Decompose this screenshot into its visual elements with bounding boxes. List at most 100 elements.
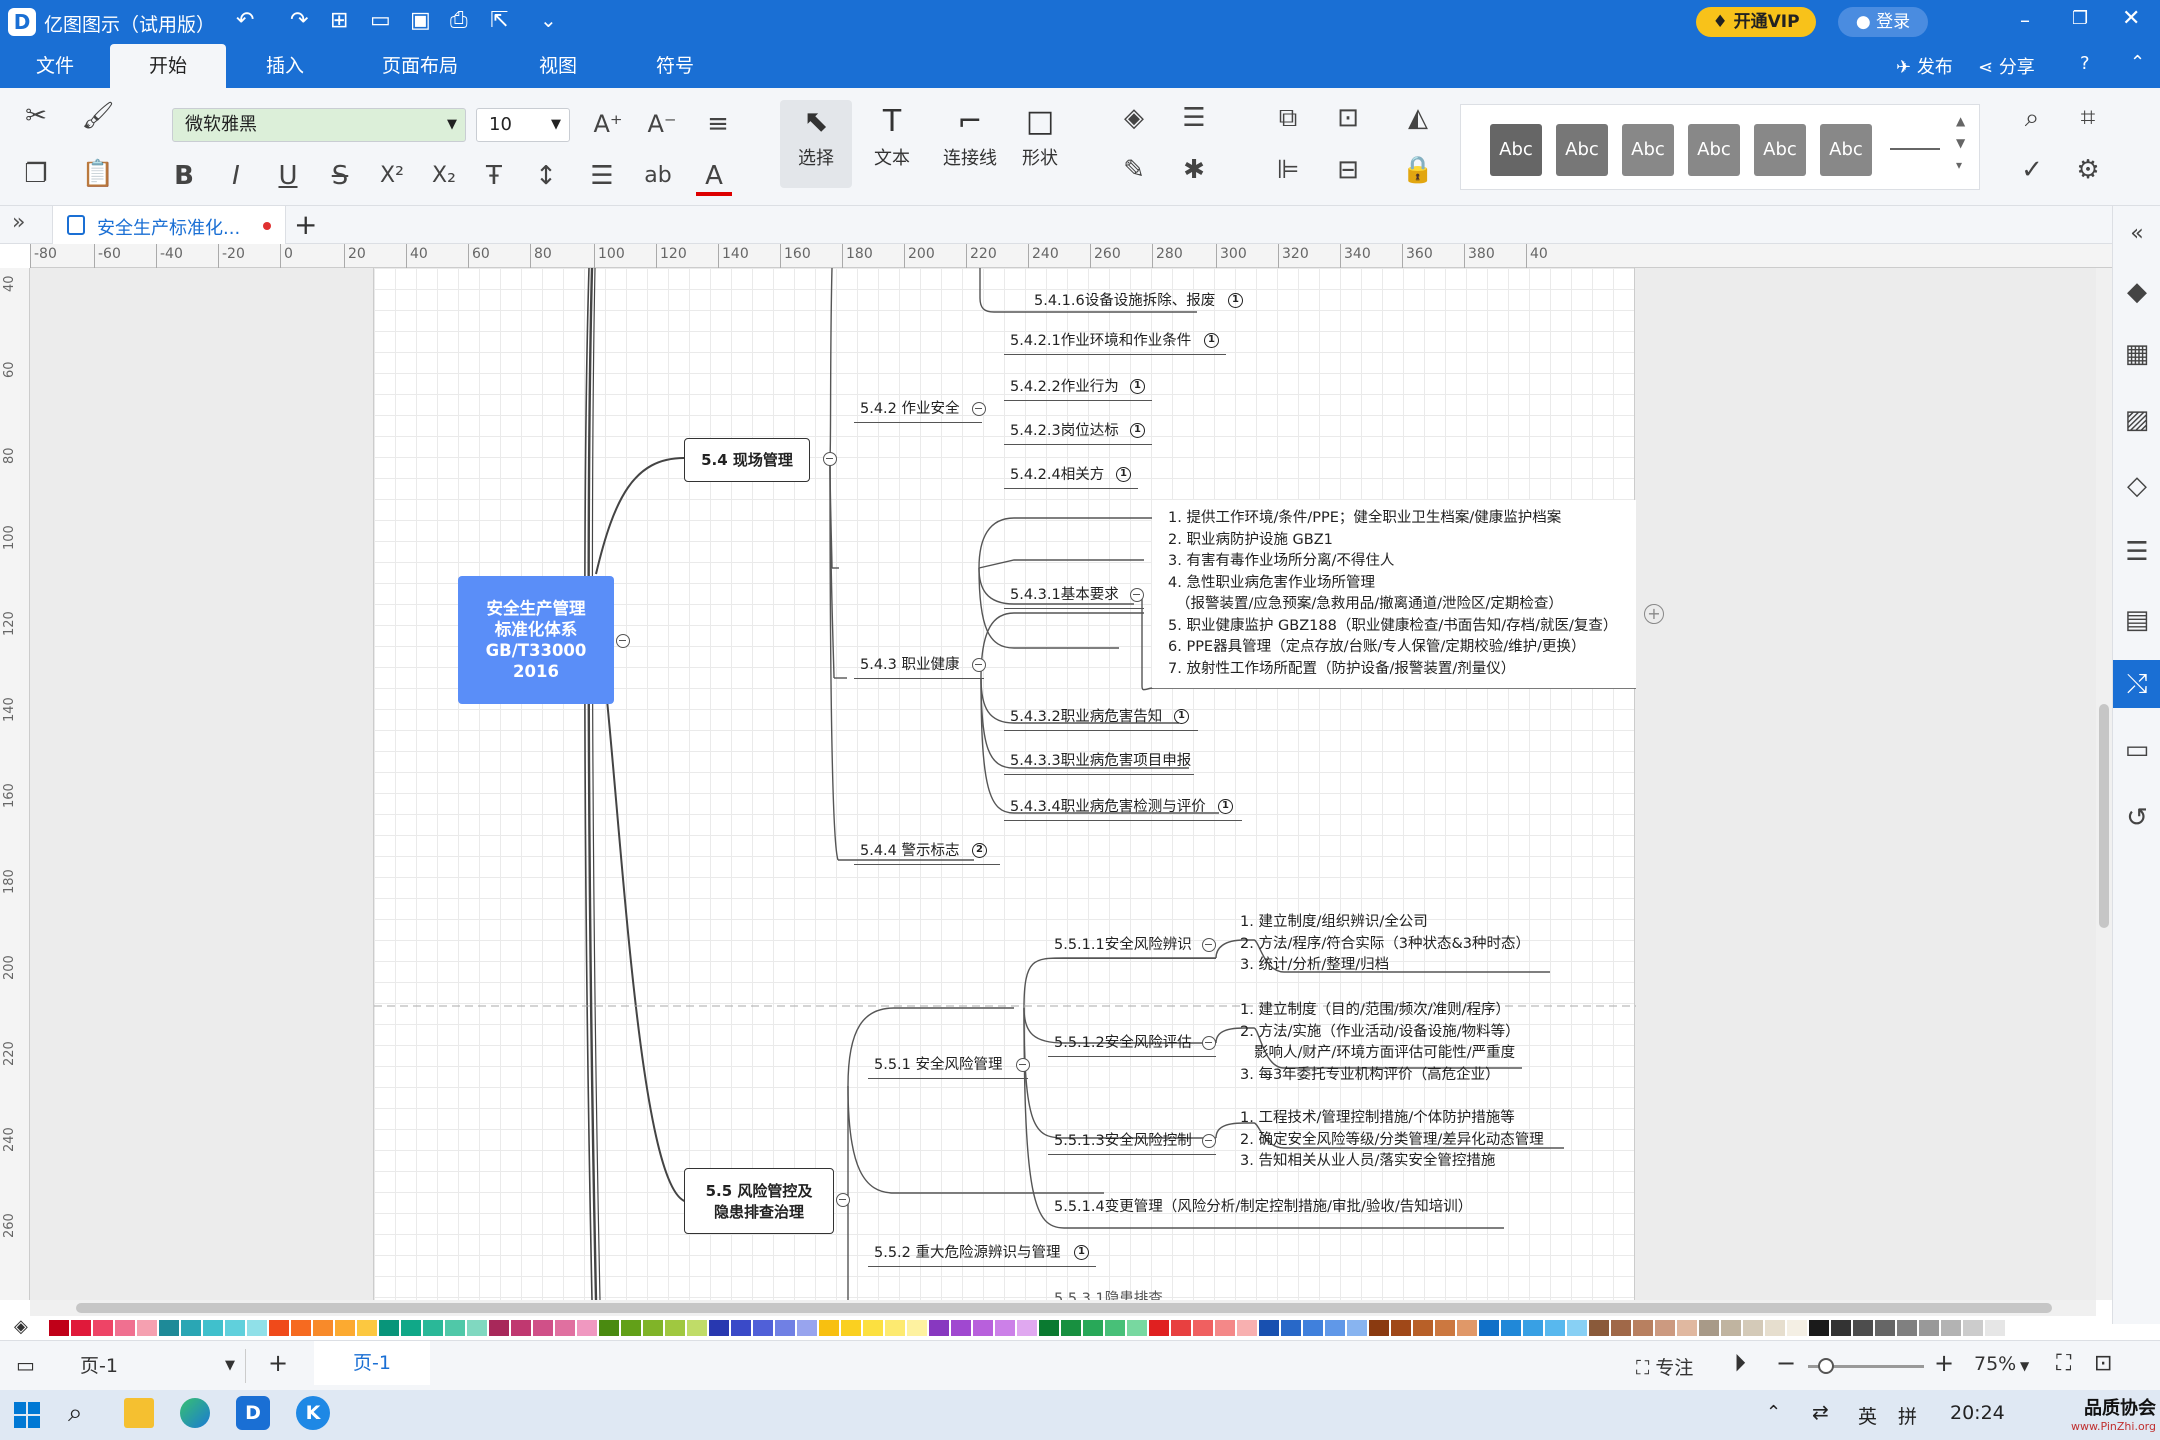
color-swatch[interactable] — [1566, 1319, 1588, 1337]
color-swatch[interactable] — [994, 1319, 1016, 1337]
increase-font-icon[interactable]: A⁺ — [590, 108, 626, 144]
color-swatch[interactable] — [1302, 1319, 1324, 1337]
color-swatch[interactable] — [334, 1319, 356, 1337]
color-swatch[interactable] — [1984, 1319, 2006, 1337]
color-swatch[interactable] — [180, 1319, 202, 1337]
color-swatch[interactable] — [642, 1319, 664, 1337]
menu-page-layout[interactable]: 页面布局 — [370, 44, 470, 88]
color-swatch[interactable] — [1522, 1319, 1544, 1337]
color-swatch[interactable] — [1610, 1319, 1632, 1337]
new-file-icon[interactable]: ⊞ — [330, 8, 348, 33]
color-swatch[interactable] — [246, 1319, 268, 1337]
node-5-5-1-risk-management[interactable]: 5.5.1 安全风险管理 — [874, 1056, 1003, 1074]
text-style-icon[interactable]: Ŧ — [476, 160, 512, 196]
color-swatch[interactable] — [466, 1319, 488, 1337]
horizontal-scrollbar[interactable] — [30, 1300, 2096, 1316]
color-swatch[interactable] — [774, 1319, 796, 1337]
color-swatch[interactable] — [686, 1319, 708, 1337]
collapse-5-5-1-2-icon[interactable] — [1202, 1036, 1216, 1050]
color-swatch[interactable] — [378, 1319, 400, 1337]
detail-5-5-1-3[interactable]: 1. 工程技术/管理控制措施/个体防护措施等 2. 确定安全风险等级/分类管理/… — [1240, 1108, 1544, 1173]
node-5-4-2-work-safety[interactable]: 5.4.2 作业安全 — [860, 400, 960, 418]
zoom-slider[interactable] — [1808, 1358, 1924, 1374]
focus-mode-button[interactable]: ⛶ 专注 — [1636, 1353, 1693, 1380]
minimize-button[interactable]: – — [2020, 8, 2030, 32]
color-swatch[interactable] — [1588, 1319, 1610, 1337]
print-icon[interactable]: ⎙ — [450, 8, 468, 33]
color-swatch[interactable] — [1126, 1319, 1148, 1337]
node-5-4-1-6[interactable]: 5.4.1.6设备设施拆除、报废 — [1034, 292, 1215, 310]
horizontal-scroll-thumb[interactable] — [76, 1303, 2052, 1313]
color-swatch[interactable] — [598, 1319, 620, 1337]
color-swatch[interactable] — [1104, 1319, 1126, 1337]
redo-icon[interactable]: ↷ — [290, 8, 308, 33]
collapse-5-4-3-icon[interactable] — [972, 658, 986, 672]
style-sample-3[interactable]: Abc — [1622, 124, 1674, 176]
color-swatch[interactable] — [1500, 1319, 1522, 1337]
collapse-root-icon[interactable] — [616, 634, 630, 648]
collapse-5-4-3-1-icon[interactable] — [1130, 588, 1144, 602]
clock-time[interactable]: 20:24 — [1950, 1402, 2005, 1424]
zoom-slider-handle[interactable] — [1818, 1358, 1834, 1374]
color-swatch[interactable] — [576, 1319, 598, 1337]
color-swatch[interactable] — [312, 1319, 334, 1337]
collapse-sidebar-icon[interactable]: « — [2113, 210, 2160, 258]
collapse-5-5-icon[interactable] — [836, 1193, 850, 1207]
collapse-5-5-1-icon[interactable] — [1016, 1058, 1030, 1072]
color-swatch[interactable] — [532, 1319, 554, 1337]
font-size-select[interactable]: 10 ▼ — [476, 108, 570, 142]
connector-tool-button[interactable]: ⌐ 连接线 — [930, 100, 1010, 188]
lock-icon[interactable]: 🔒 — [1400, 154, 1436, 190]
color-swatch[interactable] — [1390, 1319, 1412, 1337]
node-5-4-4-warning-signs[interactable]: 5.4.4 警示标志 — [860, 842, 960, 860]
style-sample-5[interactable]: Abc — [1754, 124, 1806, 176]
undo-icon[interactable]: ↶ — [236, 8, 254, 33]
color-swatch[interactable] — [1324, 1319, 1346, 1337]
color-swatch[interactable] — [92, 1319, 114, 1337]
align-icon[interactable]: ≡ — [700, 108, 736, 144]
color-swatch[interactable] — [664, 1319, 686, 1337]
close-button[interactable]: ✕ — [2122, 6, 2140, 31]
page-tab[interactable]: 页-1 — [314, 1341, 430, 1385]
color-swatch[interactable] — [422, 1319, 444, 1337]
color-swatch[interactable] — [224, 1319, 246, 1337]
menu-symbol[interactable]: 符号 — [640, 44, 710, 88]
line-color-icon[interactable]: ✎ — [1116, 154, 1152, 190]
menu-insert[interactable]: 插入 — [250, 44, 320, 88]
decrease-font-icon[interactable]: A⁻ — [644, 108, 680, 144]
color-swatch[interactable] — [1236, 1319, 1258, 1337]
subscript-icon[interactable]: X₂ — [426, 160, 462, 196]
zoom-level[interactable]: 75% ▼ — [1974, 1353, 2029, 1375]
color-swatch[interactable] — [1742, 1319, 1764, 1337]
color-swatch[interactable] — [972, 1319, 994, 1337]
color-swatch[interactable] — [114, 1319, 136, 1337]
add-tab-button[interactable]: + — [294, 208, 317, 241]
detail-5-4-3-1[interactable]: 1. 提供工作环境/条件/PPE；健全职业卫生档案/健康监护档案 2. 职业病防… — [1168, 508, 1617, 680]
more-tools-icon[interactable]: ⚙ — [2070, 154, 2106, 190]
align-objects-icon[interactable]: ⊫ — [1270, 154, 1306, 190]
color-swatch[interactable] — [906, 1319, 928, 1337]
color-swatch[interactable] — [1214, 1319, 1236, 1337]
paste-icon[interactable]: 📋 — [80, 158, 116, 194]
play-icon[interactable]: ⏵ — [1734, 1349, 1746, 1377]
color-swatch[interactable] — [1016, 1319, 1038, 1337]
file-explorer-icon[interactable] — [124, 1398, 154, 1428]
style-sample-2[interactable]: Abc — [1556, 124, 1608, 176]
color-swatch[interactable] — [1786, 1319, 1808, 1337]
color-swatch[interactable] — [1258, 1319, 1280, 1337]
color-swatch[interactable] — [1346, 1319, 1368, 1337]
page-properties-icon[interactable]: ☰ — [2113, 528, 2160, 576]
highlight-icon[interactable]: ab — [640, 160, 676, 196]
node-5-5-risk-control[interactable]: 5.5 风险管控及 隐患排查治理 — [684, 1168, 834, 1234]
quick-access-dropdown-icon[interactable]: ⌄ — [540, 8, 557, 32]
color-swatch[interactable] — [70, 1319, 92, 1337]
shape-tool-button[interactable]: □ 形状 — [1004, 100, 1076, 188]
color-swatch[interactable] — [1170, 1319, 1192, 1337]
color-swatch[interactable] — [1808, 1319, 1830, 1337]
collapse-5-5-1-3-icon[interactable] — [1202, 1134, 1216, 1148]
color-swatch[interactable] — [2006, 1319, 2028, 1337]
collapse-ribbon-icon[interactable]: ⌃ — [2130, 52, 2145, 73]
color-swatch[interactable] — [1038, 1319, 1060, 1337]
save-icon[interactable]: ▣ — [410, 8, 431, 33]
page-view-icon[interactable]: ▭ — [16, 1353, 35, 1377]
